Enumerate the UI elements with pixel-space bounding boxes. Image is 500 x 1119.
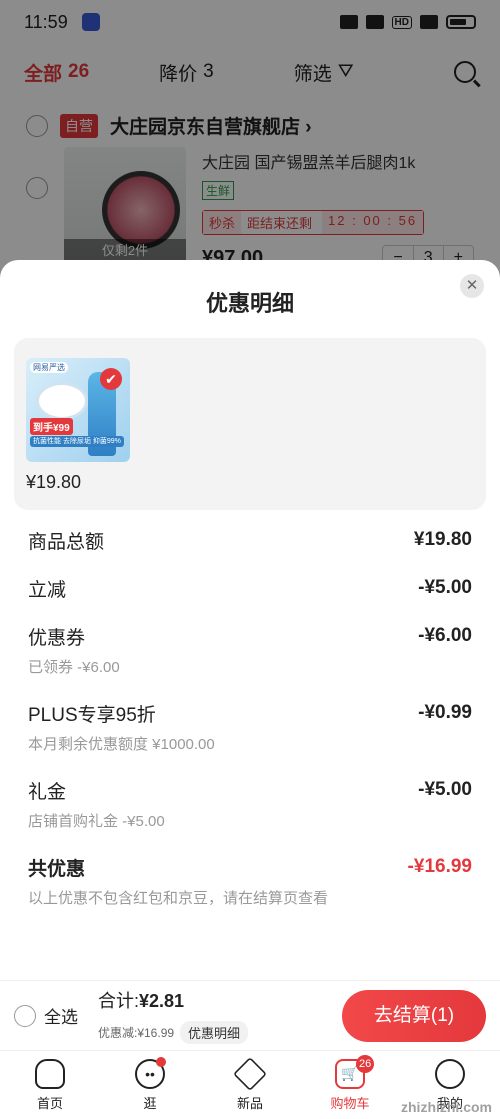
sum-total: 合计:¥2.81 [98,987,248,1013]
total-amount: -¥16.99 [407,856,472,877]
line-label: PLUS专享95折 [28,704,156,726]
line-item: PLUS专享95折 -¥0.99 本月剩余优惠额度 ¥1000.00 [28,701,472,754]
selected-check-icon: ✔ [100,368,122,390]
sum-value: ¥2.81 [139,991,185,1011]
line-amount: -¥0.99 [418,702,472,723]
line-item: 商品总额 ¥19.80 [28,528,472,553]
tab-new[interactable]: 新品 [200,1051,300,1119]
discount-lines: 商品总额 ¥19.80 立减 -¥5.00 优惠券 -¥6.00 已领券 -¥6… [0,510,500,908]
tab-label: 新品 [236,1095,263,1111]
tab-label: 购物车 [330,1095,370,1111]
line-item: 立减 -¥5.00 [28,576,472,601]
line-sub: 已领券 -¥6.00 [28,659,120,676]
discount-text: 优惠减:¥16.99 [98,1026,175,1040]
feature-tags: 抗菌性能 去除尿垢 抑菌99% [30,436,124,447]
line-label: 礼金 [28,781,67,803]
goods-box: 网易严选 到手¥99 抗菌性能 去除尿垢 抑菌99% ✔ ¥19.80 [14,338,486,510]
line-amount: ¥19.80 [413,529,472,550]
line-amount: -¥5.00 [418,779,472,800]
dim-overlay[interactable] [0,0,500,300]
select-all[interactable]: 全选 [14,1003,78,1028]
select-all-label: 全选 [44,1008,78,1027]
close-button[interactable]: ✕ [460,274,484,298]
toilet-image [36,382,88,420]
line-label: 商品总额 [28,531,105,553]
goods-image[interactable]: 网易严选 到手¥99 抗菌性能 去除尿垢 抑菌99% ✔ [26,358,130,462]
watermark: zhizhizhi.com [401,1099,492,1115]
sheet-title: 优惠明细 [205,291,294,316]
tab-browse[interactable]: •• 逛 [100,1051,200,1119]
line-sub: 本月剩余优惠额度 ¥1000.00 [28,736,215,753]
home-icon [35,1058,65,1089]
line-item: 优惠券 -¥6.00 已领券 -¥6.00 [28,624,472,677]
user-icon [435,1058,465,1089]
checkout-bar: 全选 合计:¥2.81 优惠减:¥16.99 优惠明细 去结算(1) [0,980,500,1050]
brand-badge: 网易严选 [30,362,68,373]
notification-dot [156,1057,166,1067]
line-sub: 店铺首购礼金 -¥5.00 [28,813,165,830]
tab-label: 首页 [36,1095,63,1111]
cart-badge: 26 [356,1055,375,1073]
discount-detail-chip[interactable]: 优惠明细 [180,1021,249,1044]
sum-column: 合计:¥2.81 优惠减:¥16.99 优惠明细 [98,987,249,1044]
line-amount: -¥5.00 [418,577,472,598]
line-amount: -¥6.00 [418,625,472,646]
total-note: 以上优惠不包含红包和京豆，请在结算页查看 [28,890,329,907]
goods-price: ¥19.80 [26,472,82,492]
checkout-button[interactable]: 去结算(1) [342,989,486,1042]
line-label: 优惠券 [28,627,86,649]
select-all-radio[interactable] [14,1004,36,1027]
sum-label: 合计: [98,991,140,1011]
line-label: 立减 [28,579,67,601]
promo-tag: 到手¥99 [30,418,73,435]
cube-icon [233,1056,267,1091]
total-label: 共优惠 [28,858,86,880]
tab-cart[interactable]: 🛒 26 购物车 [300,1051,400,1119]
tab-home[interactable]: 首页 [0,1051,100,1119]
bottom-tabbar: 首页 •• 逛 新品 🛒 26 购物车 我的 zhizhizhi.com [0,1050,500,1119]
tab-label: 逛 [143,1095,157,1111]
total-discount: 共优惠 -¥16.99 以上优惠不包含红包和京豆，请在结算页查看 [28,855,472,908]
line-item: 礼金 -¥5.00 店铺首购礼金 -¥5.00 [28,778,472,831]
